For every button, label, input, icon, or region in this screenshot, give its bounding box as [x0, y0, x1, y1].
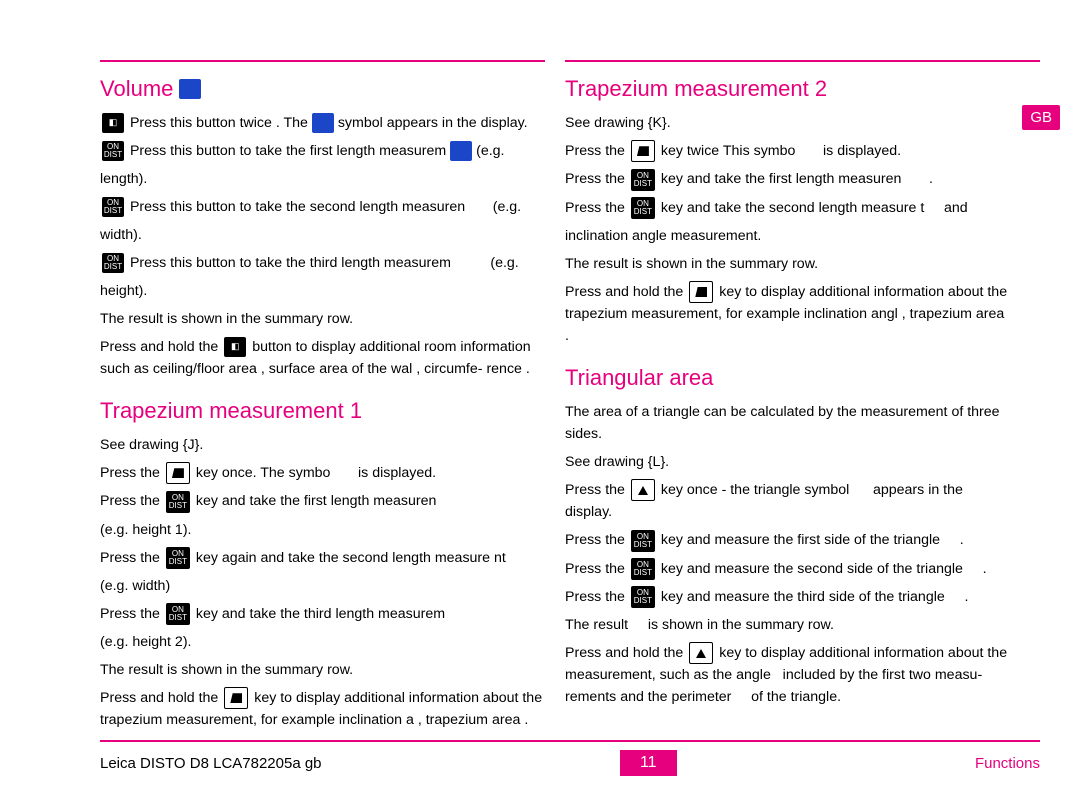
volume-result: The result is shown in the summary row.	[100, 308, 545, 330]
trap2-p3: Press the ONDIST key and take the second…	[565, 197, 1010, 219]
footer-left: Leica DISTO D8 LCA782205a gb	[100, 755, 322, 772]
trap1-p2: Press the ONDIST key and take the first …	[100, 490, 545, 512]
dist-key-icon: ONDIST	[102, 197, 124, 217]
tri-hold: Press and hold the key to display additi…	[565, 642, 1010, 708]
trap2-hold: Press and hold the key to display additi…	[565, 281, 1010, 347]
trap1-p2-tail: (e.g. height 1).	[100, 519, 545, 541]
display-icon	[312, 113, 334, 133]
manual-page: GB Volume ◧ Press this button twice . Th…	[0, 0, 1080, 806]
cube-key-icon: ◧	[102, 113, 124, 133]
trap2-see: See drawing {K}.	[565, 112, 1010, 134]
trap2-result: The result is shown in the summary row.	[565, 253, 1010, 275]
tri-p4: Press the ONDIST key and measure the thi…	[565, 586, 1010, 608]
heading-trap2: Trapezium measurement 2	[565, 76, 1010, 102]
trap-key-icon	[689, 281, 713, 303]
tri-p1: Press the key once - the triangle symbol…	[565, 479, 1010, 523]
trap-key-icon	[224, 687, 248, 709]
right-column: Trapezium measurement 2 See drawing {K}.…	[565, 60, 1040, 740]
page-footer: Leica DISTO D8 LCA782205a gb 11 Function…	[100, 740, 1040, 776]
cube-key-icon: ◧	[224, 337, 246, 357]
heading-volume-text: Volume	[100, 76, 173, 102]
volume-line3: ONDIST Press this button to take the sec…	[100, 196, 545, 218]
trap1-see: See drawing {J}.	[100, 434, 545, 456]
page-number: 11	[620, 750, 677, 776]
language-tab: GB	[1022, 105, 1060, 130]
trap1-p3: Press the ONDIST key again and take the …	[100, 547, 545, 569]
trap2-p1: Press the key twice This symbo is displa…	[565, 140, 1010, 162]
volume-line2: ONDIST Press this button to take the fir…	[100, 140, 545, 162]
trap-key-icon	[631, 140, 655, 162]
trap1-p1: Press the key once. The symbo is display…	[100, 462, 545, 484]
tri-intro: The area of a triangle can be calculated…	[565, 401, 1010, 445]
display-icon	[450, 141, 472, 161]
trap2-p3-tail: inclination angle measurement.	[565, 225, 1010, 247]
dist-key-icon: ONDIST	[631, 169, 655, 191]
heading-triangular: Triangular area	[565, 365, 1010, 391]
dist-key-icon: ONDIST	[166, 603, 190, 625]
volume-line3-tail: width).	[100, 224, 545, 246]
trap1-result: The result is shown in the summary row.	[100, 659, 545, 681]
left-column: Volume ◧ Press this button twice . The s…	[100, 60, 545, 740]
dist-key-icon: ONDIST	[631, 197, 655, 219]
trap1-hold: Press and hold the key to display additi…	[100, 687, 545, 731]
volume-line2-tail: length).	[100, 168, 545, 190]
volume-line1: ◧ Press this button twice . The symbol a…	[100, 112, 545, 134]
trap1-p4: Press the ONDIST key and take the third …	[100, 603, 545, 625]
footer-section: Functions	[975, 755, 1040, 772]
dist-key-icon: ONDIST	[166, 547, 190, 569]
triangle-key-icon	[689, 642, 713, 664]
display-icon	[179, 79, 201, 99]
volume-line4-tail: height).	[100, 280, 545, 302]
content-columns: Volume ◧ Press this button twice . The s…	[100, 60, 1040, 740]
volume-line4: ONDIST Press this button to take the thi…	[100, 252, 545, 274]
dist-key-icon: ONDIST	[631, 530, 655, 552]
dist-key-icon: ONDIST	[631, 558, 655, 580]
tri-p2: Press the ONDIST key and measure the fir…	[565, 529, 1010, 551]
tri-p3: Press the ONDIST key and measure the sec…	[565, 558, 1010, 580]
trap1-p4-tail: (e.g. height 2).	[100, 631, 545, 653]
heading-volume: Volume	[100, 76, 545, 102]
dist-key-icon: ONDIST	[631, 586, 655, 608]
dist-key-icon: ONDIST	[102, 253, 124, 273]
volume-hold: Press and hold the ◧ button to display a…	[100, 336, 545, 380]
dist-key-icon: ONDIST	[166, 491, 190, 513]
trap1-p3-tail: (e.g. width)	[100, 575, 545, 597]
heading-trap1: Trapezium measurement 1	[100, 398, 545, 424]
trap2-p2: Press the ONDIST key and take the first …	[565, 168, 1010, 190]
dist-key-icon: ONDIST	[102, 141, 124, 161]
triangle-key-icon	[631, 479, 655, 501]
trap-key-icon	[166, 462, 190, 484]
tri-result: The result is shown in the summary row.	[565, 614, 1010, 636]
tri-see: See drawing {L}.	[565, 451, 1010, 473]
